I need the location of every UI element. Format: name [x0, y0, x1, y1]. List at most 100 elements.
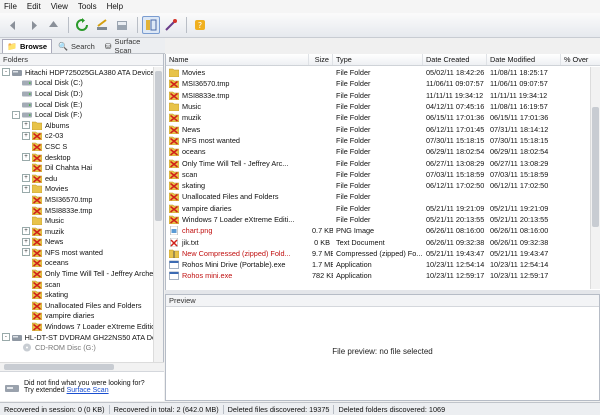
tree-item[interactable]: Local Disk (E:): [0, 99, 153, 110]
recover-icon[interactable]: [113, 16, 131, 34]
tree-item-label: Local Disk (C:): [35, 78, 83, 88]
help-icon[interactable]: ?: [191, 16, 209, 34]
tree-item[interactable]: Only Time Will Tell - Jeffrey Arche: [0, 268, 153, 279]
file-size: 0.7 KB: [312, 226, 333, 236]
refresh-icon[interactable]: [73, 16, 91, 34]
tree-item[interactable]: + desktop: [0, 152, 153, 163]
file-row[interactable]: News File Folder 06/12/11 17:01:45 07/31/11…: [166, 123, 591, 134]
file-row[interactable]: Music File Folder 04/12/11 07:45:16 11/08/1…: [166, 101, 591, 112]
file-row[interactable]: Only Time Will Tell - Jeffrey Arc... File…: [166, 157, 591, 168]
file-row[interactable]: Movies File Folder 05/02/11 18:42:26 11/08/…: [166, 67, 591, 78]
view-mode-icon[interactable]: [142, 16, 160, 34]
tree-item[interactable]: + Albums: [0, 120, 153, 131]
surface-scan-link[interactable]: Surface Scan: [67, 387, 109, 394]
file-row[interactable]: Rohos mini.exe 782 KBApplication 10/23/11 …: [166, 270, 591, 281]
folder-tree-scrollbar[interactable]: [153, 67, 163, 362]
column-date-created[interactable]: Date Created: [423, 54, 487, 65]
expand-icon[interactable]: +: [22, 184, 30, 193]
tree-item[interactable]: MSI36570.tmp: [0, 194, 153, 205]
tree-item-label: Local Disk (F:): [35, 110, 83, 120]
tree-item[interactable]: + Movies: [0, 184, 153, 195]
file-row[interactable]: NFS most wanted File Folder 07/30/11 15:18…: [166, 135, 591, 146]
tree-item-label: edu: [45, 173, 58, 183]
tree-item[interactable]: Unallocated Files and Folders: [0, 300, 153, 311]
tree-item[interactable]: + muzik: [0, 226, 153, 237]
tree-item[interactable]: Local Disk (D:): [0, 88, 153, 99]
collapse-icon[interactable]: -: [2, 333, 10, 342]
file-row[interactable]: muzik File Folder 06/15/11 17:01:36 06/15/1…: [166, 112, 591, 123]
file-list-scrollbar[interactable]: [590, 67, 600, 289]
tree-item[interactable]: - Local Disk (F:): [0, 109, 153, 120]
file-row[interactable]: vampire diaries File Folder 05/21/11 19:21…: [166, 203, 591, 214]
menu-edit[interactable]: Edit: [27, 2, 41, 11]
tree-item[interactable]: - Hitachi HDP725025GLA380 ATA Device: [0, 67, 153, 78]
file-type: File Folder: [336, 181, 371, 191]
file-name: Unallocated Files and Folders: [182, 192, 279, 202]
collapse-icon[interactable]: -: [12, 110, 20, 119]
file-row[interactable]: chart.png 0.7 KB PNG Image 06/26/11 08:16:0…: [166, 225, 591, 236]
forward-icon[interactable]: [24, 16, 42, 34]
expand-icon[interactable]: +: [22, 227, 30, 236]
expand-icon[interactable]: +: [22, 248, 30, 257]
tree-item[interactable]: Local Disk (C:): [0, 78, 153, 89]
file-row[interactable]: skating File Folder 06/12/11 17:02:50 06/12…: [166, 180, 591, 191]
back-icon[interactable]: [4, 16, 22, 34]
expand-icon[interactable]: +: [22, 121, 30, 130]
expand-icon[interactable]: +: [22, 131, 30, 140]
tree-item[interactable]: + NFS most wanted: [0, 247, 153, 258]
tree-item[interactable]: CSC S: [0, 141, 153, 152]
file-row[interactable]: oceans File Folder 06/29/11 18:02:54 06/29/…: [166, 146, 591, 157]
file-row[interactable]: Unallocated Files and Folders File Folder: [166, 191, 591, 202]
file-type: File Folder: [336, 90, 371, 100]
column-size[interactable]: Size: [309, 54, 333, 65]
tree-item-label: Dil Chahta Hai: [45, 163, 93, 173]
file-row[interactable]: Rohos Mini Drive (Portable).exe 1.7 MB App…: [166, 259, 591, 270]
file-row[interactable]: MSI8833e.tmp File Folder 11/11/11 19:34:12…: [166, 90, 591, 101]
tree-item[interactable]: MSI8833e.tmp: [0, 205, 153, 216]
file-row[interactable]: scan File Folder 07/03/11 15:18:59 07/03/11…: [166, 169, 591, 180]
wizard-icon[interactable]: [162, 16, 180, 34]
file-row[interactable]: New Compressed (zipped) Fold... 9.7 MB Com…: [166, 248, 591, 259]
column-name[interactable]: Name: [166, 54, 309, 65]
tab-surface-scan[interactable]: ⛁ Surface Scan: [101, 37, 163, 55]
expand-icon[interactable]: +: [22, 174, 30, 183]
scan-icon[interactable]: [93, 16, 111, 34]
tree-item[interactable]: + edu: [0, 173, 153, 184]
file-name: MSI8833e.tmp: [182, 90, 230, 100]
column-date-modified[interactable]: Date Modified: [487, 54, 561, 65]
column-type[interactable]: Type: [333, 54, 423, 65]
up-icon[interactable]: [44, 16, 62, 34]
tree-item[interactable]: - HL-DT-ST DVDRAM GH22NS50 ATA Devi: [0, 332, 153, 343]
expand-icon[interactable]: +: [22, 237, 30, 246]
file-row[interactable]: jik.txt 0 KB Text Document 06/26/11 09:32:3…: [166, 236, 591, 247]
tree-item[interactable]: Dil Chahta Hai: [0, 162, 153, 173]
expand-icon[interactable]: +: [22, 153, 30, 162]
tab-search[interactable]: 🔍 Search: [54, 39, 99, 53]
folder-tree: - Hitachi HDP725025GLA380 ATA Device Local…: [0, 67, 153, 369]
tree-item[interactable]: oceans: [0, 258, 153, 269]
file-list-panel: Name Size Type Date Created Date Modifie…: [165, 54, 600, 290]
menu-view[interactable]: View: [51, 2, 68, 11]
tree-item[interactable]: scan: [0, 279, 153, 290]
tree-item[interactable]: skating: [0, 289, 153, 300]
file-created: 05/21/11 19:43:47: [426, 248, 485, 258]
toolbar: ?: [0, 13, 600, 38]
menu-help[interactable]: Help: [107, 2, 123, 11]
tree-item[interactable]: vampire diaries: [0, 311, 153, 322]
tree-item[interactable]: CD-ROM Disc (G:): [0, 342, 153, 353]
tree-item[interactable]: Music: [0, 215, 153, 226]
tree-item[interactable]: + c2-03: [0, 131, 153, 142]
file-row[interactable]: MSI36570.tmp File Folder 11/06/11 09:07:57…: [166, 78, 591, 89]
exe-file-icon: [169, 272, 179, 281]
file-row[interactable]: Windows 7 Loader eXtreme Editi... File Fo…: [166, 214, 591, 225]
menu-tools[interactable]: Tools: [78, 2, 97, 11]
file-list-header: Name Size Type Date Created Date Modifie…: [166, 54, 600, 66]
tree-item[interactable]: + News: [0, 237, 153, 248]
file-type: File Folder: [336, 147, 371, 157]
tab-browse[interactable]: 📁 Browse: [2, 39, 53, 53]
folder-tree-hscrollbar[interactable]: [0, 362, 164, 371]
collapse-icon[interactable]: -: [2, 68, 10, 77]
menu-file[interactable]: File: [4, 2, 17, 11]
column-overwritten[interactable]: % Over: [561, 54, 600, 65]
tree-item[interactable]: Windows 7 Loader eXtreme Editio: [0, 321, 153, 332]
